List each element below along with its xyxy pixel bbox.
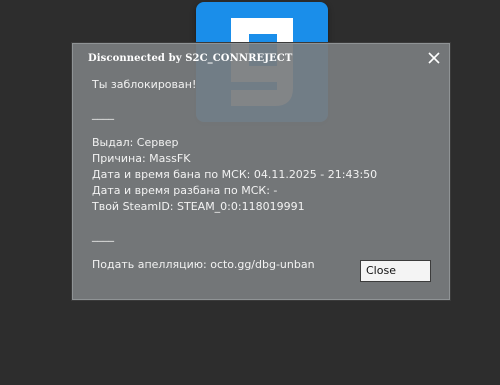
message-line-issued-by: Выдал: Сервер <box>92 136 179 149</box>
message-separator: ____ <box>92 107 114 120</box>
close-button[interactable]: Close <box>360 260 431 282</box>
message-line-ban-notice: Ты заблокирован! <box>92 78 197 91</box>
close-icon[interactable] <box>427 51 441 65</box>
dialog-title: Disconnected by S2C_CONNREJECT <box>88 53 293 64</box>
message-line-unban-date: Дата и время разбана по МСК: - <box>92 184 278 197</box>
message-line-ban-date: Дата и время бана по МСК: 04.11.2025 - 2… <box>92 168 378 181</box>
disconnect-dialog: Disconnected by S2C_CONNREJECT Ты заблок… <box>72 43 450 300</box>
message-separator: ____ <box>92 229 114 242</box>
message-line-steamid: Твой SteamID: STEAM_0:0:118019991 <box>92 200 305 213</box>
message-line-reason: Причина: MassFK <box>92 152 191 165</box>
message-body: Ты заблокирован! ____ Выдал: Сервер Прич… <box>92 77 432 273</box>
